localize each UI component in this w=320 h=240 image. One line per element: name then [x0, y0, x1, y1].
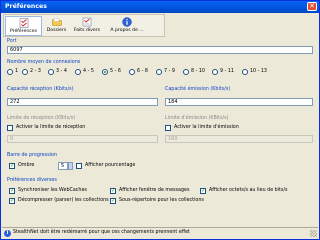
connections-radio-8[interactable] [212, 69, 218, 75]
port-input[interactable]: 6097 [7, 46, 313, 54]
subfolder-label: Sous-répertoire pour les collections [119, 198, 204, 203]
window-title: Préférences [5, 3, 47, 10]
connections-option-5: 6 - 8 [137, 69, 148, 74]
preferences-icon [19, 18, 28, 28]
ombre-label: Ombre [18, 163, 35, 168]
limit-emission-checkbox-label: Activer la limite d'émission [174, 125, 239, 130]
resize-grip[interactable] [310, 230, 317, 237]
connections-radio-1[interactable] [22, 69, 28, 75]
connections-option-7: 8 - 10 [191, 69, 205, 74]
percent-checkbox[interactable] [76, 163, 82, 169]
bytes-checkbox[interactable]: ✓ [200, 188, 206, 194]
limit-reception-checkbox-label: Activer la limite de réception [16, 125, 86, 130]
connections-option-0: 1 [15, 69, 19, 74]
connections-option-2: 3 - 4 [56, 69, 67, 74]
tab-preferences[interactable]: Préférences [5, 16, 42, 36]
misc-label: Préférences diverses [7, 178, 57, 183]
toolbar: Préférences Dossiers Faits divers A prop… [3, 14, 165, 37]
ombre-checkbox[interactable]: ✓ [9, 163, 15, 169]
decompress-checkbox[interactable]: ✓ [9, 198, 15, 204]
connections-option-8: 9 - 11 [220, 69, 234, 74]
port-label: Port [7, 39, 17, 44]
folder-icon [51, 18, 62, 26]
preferences-panel: Port 6097 Nombre moyen de connexions 1 2… [4, 38, 317, 224]
reception-input[interactable]: 272 [7, 98, 158, 106]
connections-radio-5[interactable] [129, 69, 135, 75]
bytes-label: Afficher octets/s au lieu de bits/s [209, 188, 288, 193]
connections-option-9: 10 - 13 [250, 69, 267, 74]
connections-radio-9[interactable] [242, 69, 248, 75]
info-icon: i [4, 230, 11, 237]
connections-radio-6[interactable] [156, 69, 162, 75]
title-bar[interactable]: Préférences ✕ [1, 1, 319, 13]
progress-label: Barre de progression [7, 153, 57, 158]
connections-option-1: 2 - 3 [30, 69, 41, 74]
limit-reception-input[interactable]: 0 [7, 135, 158, 143]
limit-emission-label: Limite d'émission (KBits/s) [165, 116, 229, 121]
close-button[interactable]: ✕ [307, 2, 317, 11]
tab-folders-label: Dossiers [46, 28, 67, 33]
tab-about[interactable]: A propos de ... [105, 16, 149, 36]
status-text: StealthNet doit être redémarré pour que … [13, 230, 190, 235]
messages-window-checkbox[interactable]: ✓ [110, 188, 116, 194]
connections-radio-7[interactable] [183, 69, 189, 75]
reception-label: Capacité réception (Kbits/s) [7, 87, 74, 92]
webcache-checkbox[interactable]: ✓ [9, 188, 15, 194]
emission-label: Capacité émission (Kbits/s) [165, 87, 231, 92]
connections-radio-3[interactable] [75, 69, 81, 75]
limit-reception-label: Limite de réception (KBits/s) [7, 116, 76, 121]
limit-emission-input[interactable]: 160 [165, 135, 313, 143]
limit-emission-checkbox[interactable] [165, 125, 171, 131]
ombre-spin-button[interactable] [68, 162, 73, 170]
decompress-label: Décompresser (parser) les collections [18, 198, 109, 203]
misc-icon [82, 17, 92, 27]
connections-radio-2[interactable] [48, 69, 54, 75]
ombre-value-field[interactable]: 5 [58, 162, 68, 170]
subfolder-checkbox[interactable]: ✓ [110, 198, 116, 204]
connections-radio-0[interactable] [7, 69, 13, 75]
status-bar: i StealthNet doit être redémarré pour qu… [2, 227, 318, 238]
tab-about-label: A propos de ... [110, 28, 144, 33]
tab-misc-label: Faits divers [74, 28, 100, 33]
messages-window-label: Afficher fenêtre de messages [119, 188, 190, 193]
info-icon [122, 17, 132, 27]
connections-radio-4[interactable] [102, 69, 108, 75]
percent-label: Afficher pourcentage [85, 163, 136, 168]
tab-misc[interactable]: Faits divers [70, 16, 104, 36]
emission-input[interactable]: 184 [165, 98, 313, 106]
webcache-label: Synchroniser les WebCaches [18, 188, 87, 193]
tab-preferences-label: Préférences [9, 29, 38, 34]
connections-option-4: 5 - 6 [110, 69, 121, 74]
connections-label: Nombre moyen de connexions [7, 60, 81, 65]
tab-folders[interactable]: Dossiers [43, 16, 70, 36]
limit-reception-checkbox[interactable] [7, 125, 13, 131]
connections-option-3: 4 - 5 [83, 69, 94, 74]
preferences-window: Préférences ✕ Préférences Dossiers Faits… [0, 0, 320, 240]
connections-option-6: 7 - 9 [164, 69, 175, 74]
